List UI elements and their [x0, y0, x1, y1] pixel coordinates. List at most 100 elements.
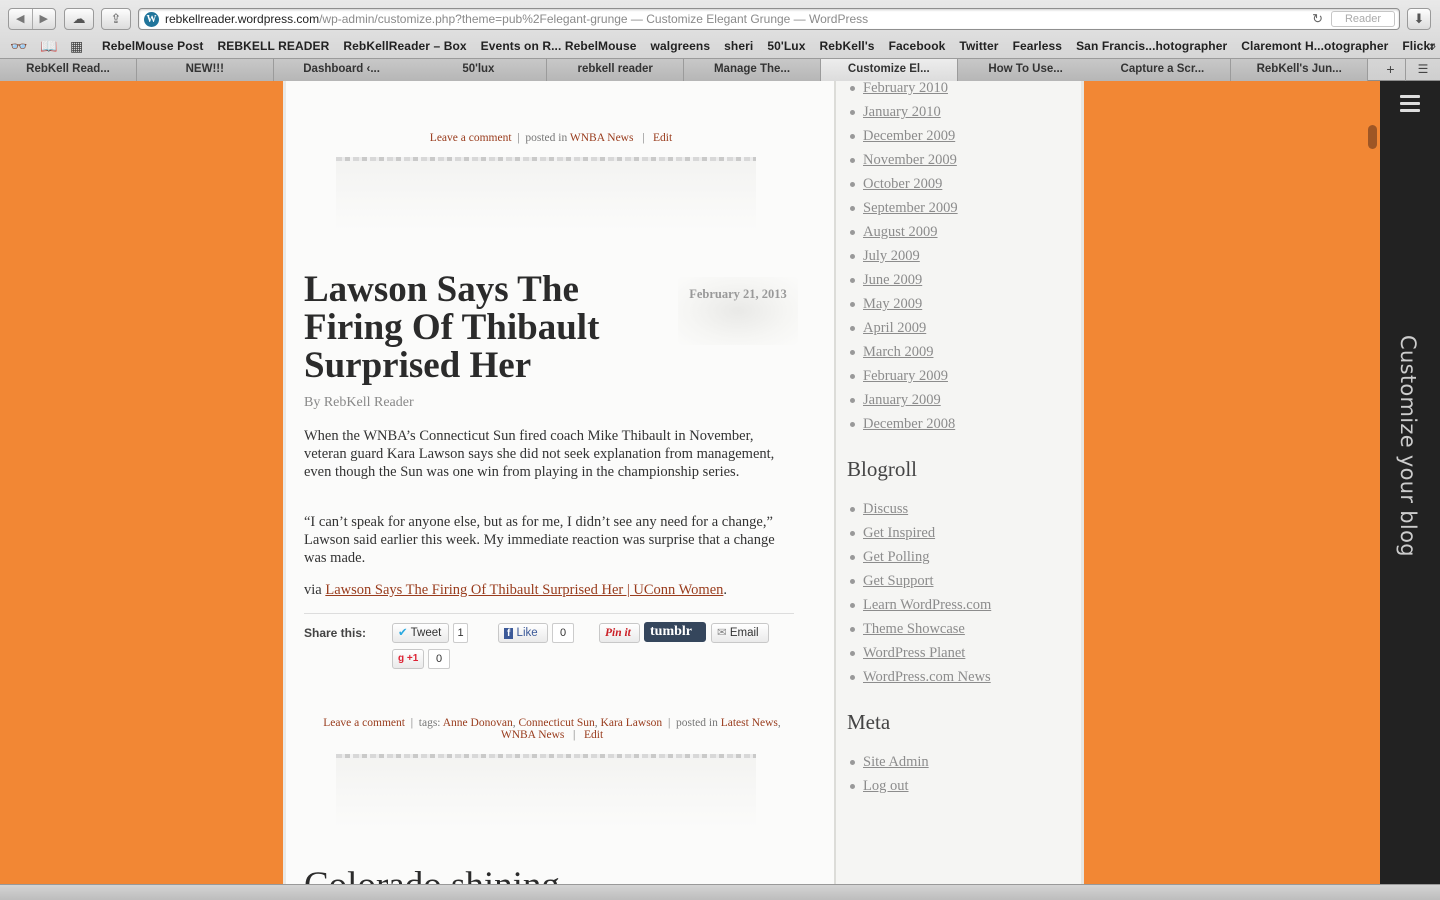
reload-icon[interactable]: ↻	[1312, 11, 1323, 27]
browser-tab[interactable]: NEW!!!	[136, 59, 274, 81]
archives-link[interactable]: December 2008	[863, 416, 955, 432]
archives-link[interactable]: August 2009	[863, 224, 938, 240]
post-via-line: via Lawson Says The Firing Of Thibault S…	[304, 582, 728, 598]
hamburger-menu-icon[interactable]	[1400, 95, 1420, 112]
leave-comment-link[interactable]: Leave a comment	[430, 132, 512, 144]
blogroll-link[interactable]: WordPress Planet	[863, 645, 965, 661]
download-icon[interactable]: ⬇	[1407, 8, 1431, 30]
browser-tab[interactable]: RebKell's Jun...	[1231, 59, 1369, 81]
post-title[interactable]: Lawson Says The Firing Of Thibault Surpr…	[304, 271, 664, 385]
blogroll-item: WordPress.com News	[863, 665, 991, 689]
bookmark-item[interactable]: Facebook	[882, 36, 953, 56]
share-icon[interactable]: ⇪	[101, 8, 131, 30]
blogroll-item: Get Polling	[863, 545, 991, 569]
browser-tab[interactable]: Manage The...	[684, 59, 821, 81]
archives-item: March 2009	[863, 340, 958, 364]
edit-link[interactable]: Edit	[584, 729, 603, 741]
archives-link[interactable]: April 2009	[863, 320, 926, 336]
bookmarks-book-icon[interactable]: 📖	[40, 36, 57, 56]
archives-link[interactable]: June 2009	[863, 272, 922, 288]
archives-link[interactable]: January 2009	[863, 392, 941, 408]
tab-bar: RebKell Read... NEW!!! Dashboard ‹... 50'lu…	[0, 58, 1440, 81]
address-bar[interactable]: W rebkellreader.wordpress.com/wp-admin/c…	[138, 8, 1400, 30]
tag-link[interactable]: Connecticut Sun	[518, 717, 594, 729]
blogroll-link[interactable]: Discuss	[863, 501, 908, 517]
archives-link[interactable]: May 2009	[863, 296, 922, 312]
bookmark-item[interactable]: sheri	[717, 36, 760, 56]
category-link[interactable]: WNBA News	[501, 729, 565, 741]
browser-tab[interactable]: 50'lux	[410, 59, 548, 81]
archives-link[interactable]: October 2009	[863, 176, 942, 192]
top-sites-grid-icon[interactable]: ▦	[70, 36, 83, 56]
browser-tab[interactable]: Dashboard ‹...	[273, 59, 411, 81]
meta-link[interactable]: Log out	[863, 778, 909, 794]
blogroll-link[interactable]: WordPress.com News	[863, 669, 991, 685]
blogroll-link[interactable]: Get Support	[863, 573, 933, 589]
blogroll-link[interactable]: Get Polling	[863, 549, 929, 565]
email-share-button[interactable]: ✉ Email	[711, 623, 769, 643]
reader-button[interactable]: Reader	[1331, 11, 1395, 27]
archives-link[interactable]: February 2009	[863, 368, 948, 384]
bookmark-item[interactable]: RebelMouse Post	[95, 36, 211, 56]
archives-link[interactable]: March 2009	[863, 344, 933, 360]
customize-panel[interactable]: Customize your blog	[1380, 81, 1440, 884]
bookmark-item[interactable]: RebKellReader – Box	[336, 36, 473, 56]
bookmark-item[interactable]: Events on R... RebelMouse	[474, 36, 644, 56]
facebook-like-button[interactable]: f Like	[498, 623, 548, 643]
meta-list: Site Admin Log out	[863, 750, 929, 798]
bookmark-item[interactable]: walgreens	[644, 36, 718, 56]
bookmark-item[interactable]: REBKELL READER	[211, 36, 337, 56]
next-post-title[interactable]: Colorado shining	[304, 864, 560, 884]
customize-your-blog-label[interactable]: Customize your blog	[1396, 335, 1420, 675]
pinterest-pinit-button[interactable]: Pin it	[599, 623, 640, 643]
archives-item: May 2009	[863, 292, 958, 316]
category-link[interactable]: Latest News	[721, 717, 778, 729]
blogroll-link[interactable]: Get Inspired	[863, 525, 935, 541]
browser-tab[interactable]: Customize El...	[820, 59, 958, 81]
browser-tab[interactable]: How To Use...	[957, 59, 1095, 81]
bookmark-item[interactable]: Twitter	[952, 36, 1005, 56]
google-plusone-button[interactable]: g +1	[392, 649, 424, 669]
bookmark-item[interactable]: 50'Lux	[760, 36, 812, 56]
tab-overview-icon[interactable]: ☰	[1406, 59, 1440, 81]
new-tab-plus-icon[interactable]: +	[1376, 59, 1406, 81]
back-arrow-icon[interactable]: ◀	[9, 9, 32, 29]
archives-link[interactable]: July 2009	[863, 248, 920, 264]
bookmark-item[interactable]: San Francis...hotographer	[1069, 36, 1234, 56]
tag-link[interactable]: Anne Donovan	[443, 717, 513, 729]
meta-item: Log out	[863, 774, 929, 798]
reading-list-icon[interactable]: 👓	[10, 36, 27, 56]
page-scrollbar[interactable]	[1365, 81, 1380, 884]
browser-tab[interactable]: Capture a Scr...	[1094, 59, 1232, 81]
bookmark-item[interactable]: Fearless	[1006, 36, 1070, 56]
archives-link[interactable]: September 2009	[863, 200, 958, 216]
browser-tab[interactable]: rebkell reader	[547, 59, 685, 81]
blogroll-link[interactable]: Learn WordPress.com	[863, 597, 991, 613]
archives-link[interactable]: January 2010	[863, 104, 941, 120]
facebook-f-icon: f	[504, 628, 514, 639]
tumblr-button[interactable]: tumblr	[644, 622, 706, 642]
post-footer: Leave a comment | tags: Anne Donovan, Co…	[323, 717, 781, 741]
bookmark-item[interactable]: RebKell's	[812, 36, 881, 56]
leave-comment-link[interactable]: Leave a comment	[323, 717, 405, 729]
edit-link[interactable]: Edit	[653, 132, 672, 144]
chevron-more-icon[interactable]: »	[1429, 36, 1436, 56]
archives-link[interactable]: November 2009	[863, 152, 957, 168]
archives-link[interactable]: February 2010	[863, 81, 948, 96]
icloud-icon[interactable]: ☁	[64, 8, 94, 30]
blogroll-item: Theme Showcase	[863, 617, 991, 641]
blogroll-list: Discuss Get Inspired Get Polling Get Suppor…	[863, 497, 991, 689]
post-paragraph-2: “I can’t speak for anyone else, but as f…	[304, 514, 775, 566]
category-link[interactable]: WNBA News	[570, 132, 634, 144]
forward-arrow-icon[interactable]: ▶	[31, 9, 56, 29]
tweet-button[interactable]: ✔ Tweet	[392, 623, 449, 643]
tag-link[interactable]: Kara Lawson	[601, 717, 663, 729]
meta-link[interactable]: Site Admin	[863, 754, 929, 770]
archives-link[interactable]: December 2009	[863, 128, 955, 144]
via-source-link[interactable]: Lawson Says The Firing Of Thibault Surpr…	[325, 582, 723, 598]
browser-tab[interactable]: RebKell Read...	[0, 59, 137, 81]
bookmark-item[interactable]: Claremont H...otographer	[1234, 36, 1395, 56]
scrollbar-thumb[interactable]	[1368, 125, 1377, 149]
archives-item: June 2009	[863, 268, 958, 292]
blogroll-link[interactable]: Theme Showcase	[863, 621, 965, 637]
